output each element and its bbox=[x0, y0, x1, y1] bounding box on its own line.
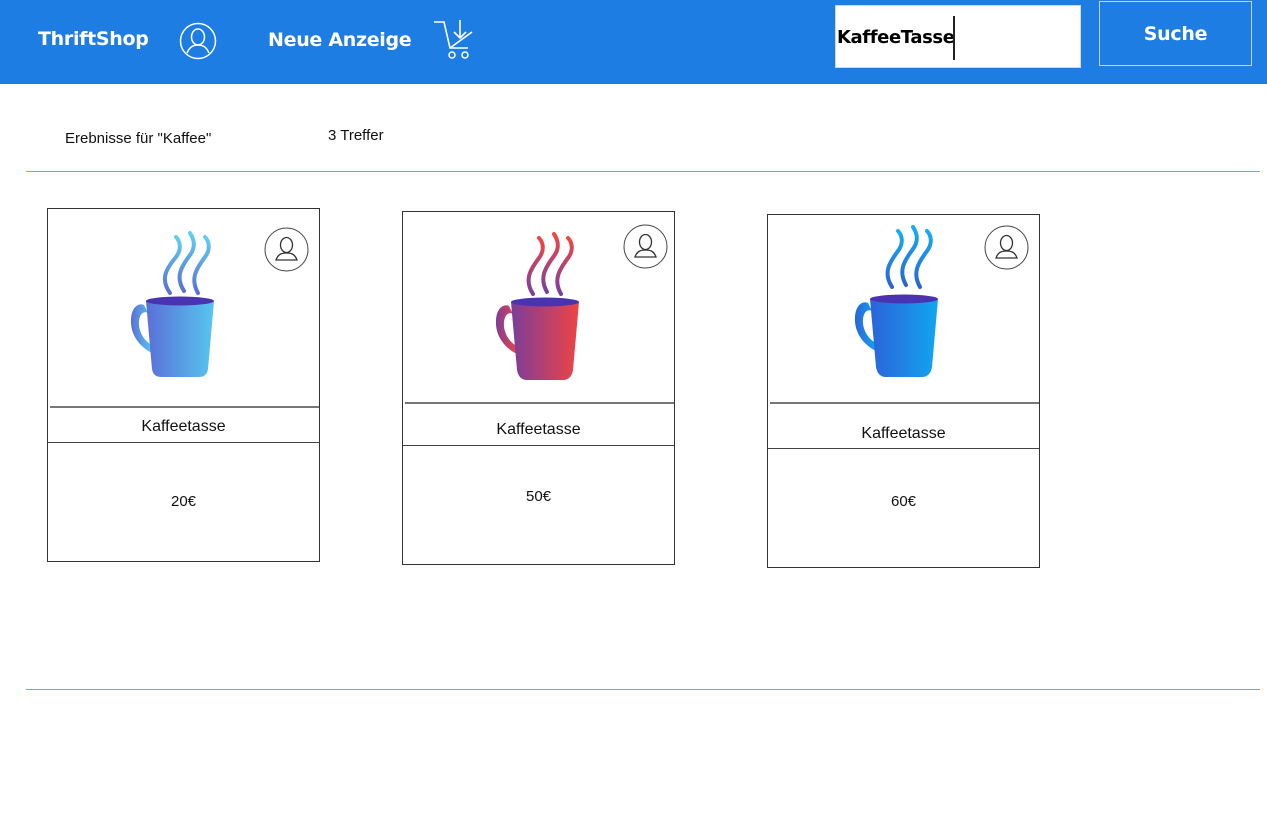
brand-logo[interactable]: ThriftShop bbox=[38, 28, 149, 50]
product-price: 60€ bbox=[890, 493, 917, 510]
divider-bottom bbox=[26, 689, 1260, 690]
product-card[interactable]: Kaffeetasse 50€ bbox=[402, 211, 675, 565]
card-divider bbox=[405, 402, 674, 404]
new-ad-link[interactable]: Neue Anzeige bbox=[268, 29, 412, 51]
user-icon[interactable] bbox=[984, 225, 1029, 270]
results-count: 3 Treffer bbox=[328, 127, 384, 144]
card-divider bbox=[50, 406, 319, 408]
user-icon[interactable] bbox=[264, 227, 309, 272]
product-title[interactable]: Kaffeetasse bbox=[768, 425, 1039, 443]
search-input[interactable]: KaffeeTasse bbox=[835, 5, 1081, 68]
search-input-value: KaffeeTasse bbox=[837, 27, 955, 48]
product-card[interactable]: Kaffeetasse 20€ bbox=[47, 208, 320, 562]
card-divider bbox=[770, 402, 1039, 404]
product-title[interactable]: Kaffeetasse bbox=[403, 421, 674, 439]
product-title[interactable]: Kaffeetasse bbox=[48, 418, 319, 436]
top-navigation-bar: ThriftShop Neue Anzeige KaffeeTasse Such… bbox=[0, 0, 1267, 84]
results-heading: Erebnisse für "Kaffee" bbox=[65, 130, 212, 147]
card-divider bbox=[48, 442, 319, 443]
product-price: 50€ bbox=[525, 488, 552, 505]
product-card[interactable]: Kaffeetasse 60€ bbox=[767, 214, 1040, 568]
card-divider bbox=[768, 448, 1039, 449]
user-icon[interactable] bbox=[623, 224, 668, 269]
user-circle-icon[interactable] bbox=[179, 22, 217, 60]
card-divider bbox=[403, 445, 674, 446]
search-button[interactable]: Suche bbox=[1099, 1, 1252, 66]
text-caret bbox=[953, 16, 955, 60]
product-price: 20€ bbox=[170, 493, 197, 510]
cart-download-icon[interactable] bbox=[432, 18, 476, 62]
divider-top bbox=[26, 171, 1260, 172]
